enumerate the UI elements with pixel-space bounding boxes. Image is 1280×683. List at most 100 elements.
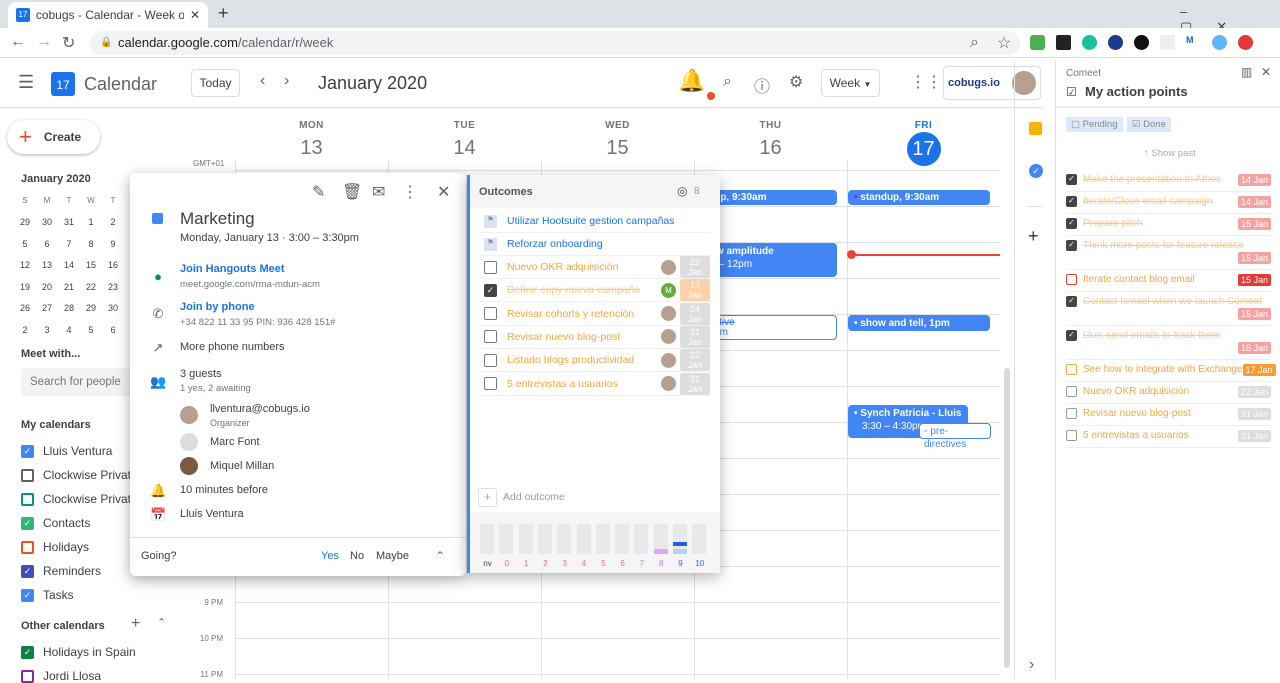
mini-calendar-day[interactable]: 2 bbox=[14, 325, 36, 335]
join-meet-link[interactable]: Join Hangouts Meet bbox=[180, 263, 285, 275]
mini-calendar-day[interactable]: 6 bbox=[36, 239, 58, 249]
guest-name[interactable]: Marc Font bbox=[210, 436, 260, 448]
extension-icon[interactable] bbox=[1030, 35, 1045, 50]
stats-icon[interactable]: ▥ bbox=[1241, 65, 1252, 79]
expand-rsvp-icon[interactable]: ⌃ bbox=[435, 549, 445, 563]
mini-calendar-day[interactable]: 4 bbox=[58, 325, 80, 335]
guest-name[interactable]: llventura@cobugs.io bbox=[210, 403, 310, 415]
rating-bar[interactable] bbox=[615, 524, 630, 554]
help-icon[interactable]: ⓘ bbox=[754, 73, 770, 97]
action-point-item[interactable]: 5 entrevistas a usuarios 31 Jan bbox=[1066, 426, 1271, 448]
checkbox[interactable]: ✓ bbox=[1066, 240, 1077, 251]
outcome-item[interactable]: Revisar nuevo blog-post 31 Jan bbox=[480, 325, 710, 349]
mini-calendar-day[interactable]: 1 bbox=[80, 217, 102, 227]
outcome-flag-item[interactable]: ⚑ Reforzar onboarding bbox=[480, 233, 710, 256]
action-point-item[interactable]: See how to integrate with Exchange 17 Jan bbox=[1066, 360, 1276, 382]
event-show-and-tell[interactable]: • show and tell, 1pm bbox=[848, 315, 990, 331]
mini-calendar-day[interactable]: 14 bbox=[58, 260, 80, 270]
mini-calendar-day[interactable]: 13 bbox=[36, 260, 58, 270]
action-point-item[interactable]: ✓ Contact Ismael when we launch Comeet 15 … bbox=[1066, 292, 1271, 326]
filter-pending-toggle[interactable]: ▢ Pending bbox=[1066, 117, 1123, 132]
checkbox[interactable] bbox=[1066, 364, 1077, 375]
checkbox[interactable] bbox=[21, 492, 34, 506]
checkbox[interactable]: ✓ bbox=[21, 588, 34, 602]
day-header[interactable]: TUE 14 bbox=[388, 120, 541, 160]
day-header[interactable]: MON 13 bbox=[235, 120, 388, 160]
mini-calendar-day[interactable]: 5 bbox=[80, 325, 102, 335]
mini-calendar-day[interactable]: 20 bbox=[36, 282, 58, 292]
previous-week-icon[interactable]: ‹ bbox=[260, 72, 265, 90]
edit-pencil-icon[interactable]: ✎ bbox=[312, 182, 325, 202]
action-point-item[interactable]: ✓ Make the presentation to Athos 14 Jan bbox=[1066, 170, 1271, 192]
mini-calendar-day[interactable]: 29 bbox=[14, 217, 36, 227]
outcome-item[interactable]: Revisar cohorts y retención 24 Jan bbox=[480, 302, 710, 326]
outcome-item[interactable]: ✓ Definir copy nueva campaña M 17 Jan bbox=[480, 279, 710, 303]
mini-calendar-day[interactable]: 19 bbox=[14, 282, 36, 292]
extension-icon[interactable] bbox=[1160, 35, 1175, 50]
search-people-input[interactable] bbox=[21, 368, 141, 396]
rating-bar[interactable] bbox=[653, 524, 668, 554]
extension-icon[interactable] bbox=[1134, 35, 1149, 50]
extension-icon[interactable] bbox=[1238, 35, 1253, 50]
mini-calendar-day[interactable]: 8 bbox=[80, 239, 102, 249]
action-point-item[interactable]: Revisar nuevo blog-post 31 Jan bbox=[1066, 404, 1271, 426]
mini-calendar-day[interactable]: 2 bbox=[102, 217, 124, 227]
forward-icon[interactable]: → bbox=[36, 33, 52, 51]
calendar-item[interactable]: ✓ Contacts bbox=[21, 516, 90, 530]
checkbox[interactable] bbox=[21, 468, 34, 482]
close-panel-icon[interactable]: ✕ bbox=[1261, 65, 1271, 79]
rating-bar[interactable] bbox=[692, 524, 707, 554]
checkbox[interactable] bbox=[1066, 274, 1077, 285]
rating-bar[interactable] bbox=[518, 524, 533, 554]
checkbox[interactable]: ✓ bbox=[1066, 218, 1077, 229]
mini-calendar-day[interactable]: 29 bbox=[80, 303, 102, 313]
rsvp-maybe-button[interactable]: Maybe bbox=[376, 550, 409, 562]
url-input[interactable]: 🔒 calendar.google.com/calendar/r/week bbox=[90, 31, 1020, 55]
guest-name[interactable]: Miquel Millan bbox=[210, 460, 274, 472]
checkbox[interactable] bbox=[484, 353, 497, 367]
calendar-item[interactable]: Holidays bbox=[21, 540, 89, 554]
calendar-item[interactable]: ✓ Lluis Ventura bbox=[21, 444, 112, 458]
mini-calendar-day[interactable]: 27 bbox=[36, 303, 58, 313]
reload-icon[interactable]: ↻ bbox=[62, 33, 75, 53]
notion-extension-icon[interactable] bbox=[1056, 35, 1071, 50]
checkbox[interactable]: ✓ bbox=[1066, 330, 1077, 341]
day-header[interactable]: FRI 17 bbox=[847, 120, 1000, 166]
rating-bar[interactable] bbox=[595, 524, 610, 554]
checkbox[interactable] bbox=[1066, 386, 1077, 397]
mini-calendar-day[interactable]: 30 bbox=[36, 217, 58, 227]
collapse-icon[interactable]: ⌃ bbox=[157, 616, 166, 629]
checkbox[interactable] bbox=[484, 307, 497, 321]
rating-bar[interactable] bbox=[557, 524, 572, 554]
checkbox[interactable] bbox=[484, 330, 497, 344]
view-select[interactable]: Week ▼ bbox=[821, 69, 880, 97]
add-outcome-button[interactable]: Add outcome bbox=[503, 491, 565, 503]
calendar-item[interactable]: ✓ Tasks bbox=[21, 588, 74, 602]
search-icon[interactable]: ⌕ bbox=[723, 73, 732, 91]
mini-calendar-day[interactable]: 5 bbox=[14, 239, 36, 249]
day-header[interactable]: WED 15 bbox=[541, 120, 694, 160]
more-phone-numbers-link[interactable]: More phone numbers bbox=[180, 341, 285, 353]
settings-gear-icon[interactable]: ⚙ bbox=[789, 72, 803, 92]
checkbox[interactable] bbox=[21, 669, 34, 683]
profile-avatar[interactable] bbox=[1212, 35, 1227, 50]
checkbox[interactable]: ✓ bbox=[484, 283, 497, 297]
notification-bell-icon[interactable]: 🔔 bbox=[678, 68, 705, 94]
rating-bar[interactable] bbox=[576, 524, 591, 554]
email-guests-icon[interactable]: ✉ bbox=[372, 182, 385, 202]
extension-icon[interactable]: M bbox=[1186, 35, 1201, 50]
checkbox[interactable] bbox=[21, 540, 34, 554]
calendar-item[interactable]: ✓ Reminders bbox=[21, 564, 101, 578]
add-addon-icon[interactable]: + bbox=[1028, 226, 1039, 247]
mini-calendar-day[interactable]: 22 bbox=[80, 282, 102, 292]
keep-icon[interactable] bbox=[1029, 122, 1042, 135]
action-point-item[interactable]: Iterate contact blog email 15 Jan bbox=[1066, 270, 1271, 292]
checkbox[interactable]: ✓ bbox=[21, 645, 34, 659]
outcome-item[interactable]: Listado blogs productividad 22 Jan bbox=[480, 349, 710, 373]
action-point-item[interactable]: ✓ Prepare pitch 15 Jan bbox=[1066, 214, 1271, 236]
close-icon[interactable]: ✕ bbox=[437, 182, 450, 202]
mini-calendar-day[interactable]: 12 bbox=[14, 260, 36, 270]
scrollbar[interactable] bbox=[1004, 368, 1010, 668]
rating-bar[interactable] bbox=[634, 524, 649, 554]
action-point-item[interactable]: ✓ Think more posts for feature release 15 … bbox=[1066, 236, 1271, 270]
